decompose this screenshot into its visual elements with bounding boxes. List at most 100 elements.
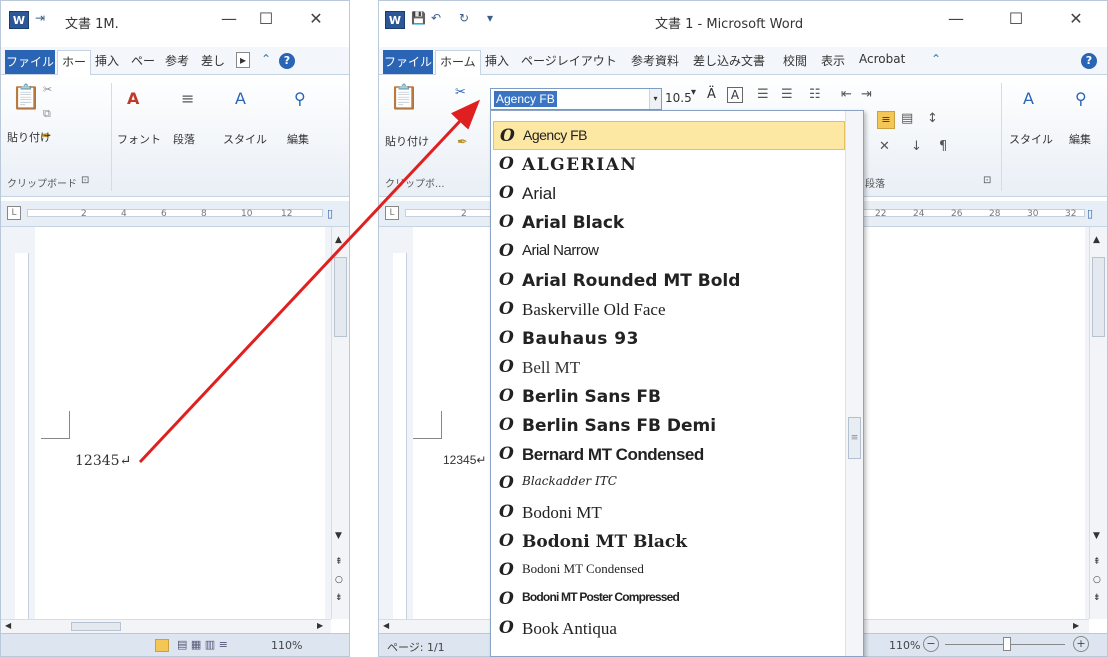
paste-icon[interactable]: 📋: [389, 83, 419, 111]
cut-icon[interactable]: ✂: [455, 85, 466, 100]
bullets-icon[interactable]: ☰: [757, 87, 769, 102]
format-painter-icon[interactable]: ✒: [457, 135, 468, 150]
tab-page-layout[interactable]: ペー: [131, 52, 155, 69]
tab-view[interactable]: 表示: [821, 52, 845, 69]
font-list-item[interactable]: O ALGERIAN: [493, 150, 845, 179]
distribute-icon[interactable]: ▤: [901, 111, 913, 126]
document-page[interactable]: 12345↵: [35, 227, 325, 619]
zoom-in-icon[interactable]: +: [1073, 636, 1089, 652]
tab-insert[interactable]: 挿入: [485, 52, 509, 69]
zoom-out-icon[interactable]: −: [923, 636, 939, 652]
scroll-down-icon[interactable]: ▼: [1093, 531, 1100, 541]
close-button[interactable]: ✕: [1061, 9, 1091, 28]
paragraph-button[interactable]: 段落: [173, 131, 195, 147]
vertical-scrollbar[interactable]: ▲ ▼ ⇞ ○ ⇟: [1089, 227, 1107, 619]
view-ruler-icon[interactable]: ▯: [327, 207, 333, 220]
help-icon[interactable]: ?: [279, 53, 295, 69]
ribbon-minimize-icon[interactable]: ⌃: [931, 52, 941, 66]
browse-object-icon[interactable]: ○: [1093, 575, 1101, 585]
maximize-button[interactable]: ☐: [1001, 9, 1031, 28]
increase-indent-icon[interactable]: ⇥: [861, 87, 872, 102]
tab-mailings[interactable]: 差し: [201, 52, 225, 69]
font-list-item[interactable]: O Bodoni MT Black: [493, 527, 845, 556]
font-name-value[interactable]: Agency FB: [494, 91, 557, 107]
paste-button[interactable]: 貼り付け: [7, 129, 51, 145]
show-marks-icon[interactable]: ¶: [939, 139, 947, 154]
font-list-item[interactable]: O Arial: [493, 179, 845, 208]
numbering-icon[interactable]: ☰: [781, 87, 793, 102]
font-dropdown-arrow-icon[interactable]: ▾: [649, 89, 661, 109]
font-list-item[interactable]: O Agency FB: [493, 121, 845, 150]
multilevel-list-icon[interactable]: ☷: [809, 87, 821, 102]
view-modes-icon[interactable]: ▤ ▦ ▥ ≡: [177, 638, 228, 651]
customize-qat-icon[interactable]: ▾: [487, 11, 493, 25]
font-list-item[interactable]: O Bell MT: [493, 353, 845, 382]
redo-icon[interactable]: ↻: [459, 11, 469, 25]
tab-page-layout[interactable]: ページレイアウト: [521, 52, 617, 69]
scroll-right-icon[interactable]: ▶: [1073, 621, 1079, 630]
scroll-up-icon[interactable]: ▲: [335, 235, 342, 245]
tab-review[interactable]: 校閲: [783, 52, 807, 69]
font-list-item[interactable]: O Bauhaus 93: [493, 324, 845, 353]
char-border-icon[interactable]: A: [727, 87, 743, 103]
zoom-slider-thumb[interactable]: [1003, 637, 1011, 651]
tab-file[interactable]: ファイル: [5, 50, 55, 74]
styles-button[interactable]: スタイル: [1009, 131, 1053, 147]
minimize-button[interactable]: —: [214, 9, 244, 28]
tab-mailings[interactable]: 差し込み文書: [693, 52, 765, 69]
scroll-left-icon[interactable]: ◀: [383, 621, 389, 630]
font-dropdown-list[interactable]: O Agency FB O ALGERIAN O Arial O Arial Black O Ar…: [490, 110, 864, 657]
tab-references[interactable]: 参考資料: [631, 52, 679, 69]
page-count[interactable]: ページ: 1/1: [387, 639, 445, 655]
help-icon[interactable]: ?: [1081, 53, 1097, 69]
font-list-item[interactable]: O Arial Black: [493, 208, 845, 237]
scroll-thumb[interactable]: [1092, 257, 1105, 337]
print-layout-icon[interactable]: [155, 639, 169, 652]
paragraph-launcher-icon[interactable]: ⊡: [983, 175, 991, 186]
scroll-down-icon[interactable]: ▼: [335, 531, 342, 541]
maximize-button[interactable]: ☐: [251, 9, 281, 28]
browse-object-icon[interactable]: ○: [335, 575, 343, 585]
font-list-item[interactable]: O Book Antiqua: [493, 614, 845, 643]
scroll-up-icon[interactable]: ▲: [1093, 235, 1100, 245]
font-list-item[interactable]: O Bodoni MT Condensed: [493, 556, 845, 585]
quick-access-icon[interactable]: ⇥: [35, 11, 45, 25]
prev-page-icon[interactable]: ⇞: [1093, 557, 1101, 567]
tab-home[interactable]: ホー: [57, 50, 92, 76]
paste-icon[interactable]: 📋: [11, 83, 41, 111]
font-list-item[interactable]: O Berlin Sans FB Demi: [493, 411, 845, 440]
line-spacing-icon[interactable]: ↕: [927, 111, 938, 126]
scroll-right-icon[interactable]: ▶: [317, 621, 323, 630]
zoom-level[interactable]: 110%: [889, 639, 920, 652]
save-icon[interactable]: 💾: [411, 11, 426, 25]
sort-icon[interactable]: ↓: [911, 139, 922, 154]
undo-icon[interactable]: ↶: [431, 11, 441, 25]
font-list-scrollbar[interactable]: ≡: [845, 111, 863, 656]
tab-insert[interactable]: 挿入: [95, 52, 119, 69]
tab-file[interactable]: ファイル: [383, 50, 433, 74]
shading-icon[interactable]: ✕: [879, 139, 890, 154]
font-list-item[interactable]: O Bodoni MT: [493, 498, 845, 527]
editing-button[interactable]: 編集: [1069, 131, 1091, 147]
scroll-thumb[interactable]: [334, 257, 347, 337]
font-list-item[interactable]: O Berlin Sans FB: [493, 382, 845, 411]
hscroll-thumb[interactable]: [71, 622, 121, 631]
tab-selector-icon[interactable]: L: [7, 206, 21, 220]
font-list-item[interactable]: O Arial Narrow: [493, 237, 845, 266]
minimize-button[interactable]: —: [941, 9, 971, 28]
font-size-box[interactable]: 10.5: [665, 91, 692, 105]
font-list-item[interactable]: O Baskerville Old Face: [493, 295, 845, 324]
font-list-item[interactable]: O Bodoni MT Poster Compressed: [493, 585, 845, 614]
font-list-scroll-thumb[interactable]: ≡: [848, 417, 861, 459]
tab-acrobat[interactable]: Acrobat: [859, 52, 905, 66]
font-list-item[interactable]: O Arial Rounded MT Bold: [493, 266, 845, 295]
cut-icon[interactable]: ✂: [43, 83, 52, 96]
justify-icon[interactable]: ≡: [877, 111, 895, 129]
styles-button[interactable]: スタイル: [223, 131, 267, 147]
next-page-icon[interactable]: ⇟: [335, 593, 343, 603]
decrease-indent-icon[interactable]: ⇤: [841, 87, 852, 102]
paste-button[interactable]: 貼り付け: [385, 133, 429, 149]
vertical-scrollbar[interactable]: ▲ ▼ ⇞ ○ ⇟: [331, 227, 349, 619]
close-button[interactable]: ✕: [301, 9, 331, 28]
font-button[interactable]: フォント: [117, 131, 161, 147]
